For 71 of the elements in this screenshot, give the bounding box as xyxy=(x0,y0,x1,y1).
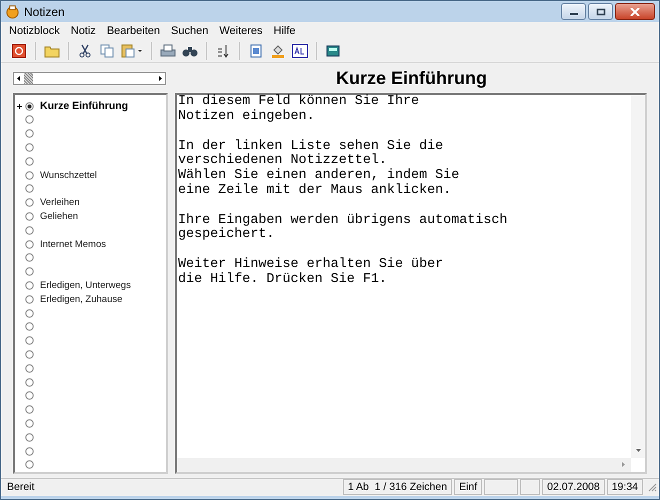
text-line: In der linken Liste sehen Sie die xyxy=(178,140,444,154)
text-line: eine Zeile mit der Maus anklicken. xyxy=(178,184,452,199)
window-title: Notizen xyxy=(24,4,65,19)
radio-button[interactable] xyxy=(25,391,34,400)
menu-item[interactable]: Weiteres xyxy=(219,24,263,37)
radio-button[interactable] xyxy=(25,253,34,262)
radio-button[interactable] xyxy=(25,212,34,222)
radio-button[interactable] xyxy=(25,267,34,276)
radio-button[interactable] xyxy=(25,350,34,359)
text-line: die Hilfe. Drücken Sie F1. xyxy=(178,272,388,288)
scroll-thumb[interactable] xyxy=(24,72,33,84)
text-line: In diesem Feld können Sie Ihre xyxy=(178,95,420,110)
resize-grip-icon[interactable] xyxy=(647,482,657,492)
radio-button[interactable] xyxy=(25,143,34,152)
text-line: Ihre Eingaben werden übrigens automatisch xyxy=(178,214,508,228)
note-item[interactable]: Internet Memos xyxy=(15,237,166,252)
radio-button[interactable] xyxy=(25,405,34,414)
radio-button[interactable] xyxy=(25,170,34,180)
radio-button[interactable] xyxy=(25,226,34,235)
horizontal-scrollbar[interactable] xyxy=(177,458,631,472)
note-heading: Kurze Einführung xyxy=(335,68,488,89)
close-icon xyxy=(630,8,640,16)
note-item[interactable]: Erledigen, Zuhause xyxy=(15,292,166,306)
menu-item[interactable]: Bearbeiten xyxy=(106,24,160,37)
text-line: verschiedenen Notizzettel. xyxy=(178,154,388,168)
vertical-scrollbar[interactable] xyxy=(631,95,645,458)
close-button[interactable] xyxy=(615,3,655,20)
notepad-icon xyxy=(5,4,20,20)
radio-button[interactable] xyxy=(25,184,34,194)
radio-button[interactable] xyxy=(25,446,34,456)
radio-button[interactable] xyxy=(25,198,34,208)
note-editor[interactable] xyxy=(175,93,647,474)
status-time: 19:34 xyxy=(606,479,643,496)
down-arrow-icon[interactable] xyxy=(634,448,642,454)
maximize-icon xyxy=(596,8,606,16)
note-item[interactable]: Verleihen xyxy=(15,196,166,210)
radio-button[interactable] xyxy=(25,364,34,373)
note-item[interactable]: Erledigen, Unterwegs xyxy=(15,278,166,292)
status-text: Bereit xyxy=(6,480,36,494)
menu-item[interactable]: Suchen xyxy=(171,24,208,37)
text-line: gespeichert. xyxy=(178,228,276,244)
status-date: 02.07.2008 xyxy=(542,479,605,496)
maximize-button[interactable] xyxy=(588,3,613,20)
minimize-button[interactable] xyxy=(561,3,586,20)
insert-mode: Einf xyxy=(454,479,482,496)
radio-button[interactable] xyxy=(25,460,34,470)
radio-button[interactable] xyxy=(25,281,34,290)
radio-button[interactable] xyxy=(25,322,34,332)
cursor-position: 1 Ab 1 / 316 Zeichen xyxy=(342,479,452,496)
radio-button[interactable] xyxy=(25,156,34,166)
radio-button[interactable] xyxy=(25,378,34,387)
radio-button[interactable] xyxy=(25,294,34,304)
note-item[interactable]: Wunschzettel xyxy=(15,168,166,182)
radio-button[interactable] xyxy=(25,418,34,428)
radio-button[interactable] xyxy=(25,432,34,442)
radio-button[interactable] xyxy=(25,102,34,111)
expand-icon[interactable] xyxy=(17,104,22,109)
note-item[interactable]: Geliehen xyxy=(15,210,166,224)
radio-button[interactable] xyxy=(25,336,34,346)
menu-item[interactable]: Hilfe xyxy=(274,24,296,37)
text-line: Notizen eingeben. xyxy=(178,110,316,125)
menu-item[interactable]: Notizblock xyxy=(9,24,60,37)
radio-button[interactable] xyxy=(25,308,34,318)
radio-button[interactable] xyxy=(25,240,34,249)
text-line: Wählen Sie einen anderen, indem Sie xyxy=(178,169,460,184)
text-line: Weiter Hinweise erhalten Sie über xyxy=(178,258,444,272)
radio-button[interactable] xyxy=(25,115,34,124)
radio-button[interactable] xyxy=(25,129,34,138)
note-item[interactable]: Kurze Einführung xyxy=(15,99,166,114)
list-scrollbar[interactable] xyxy=(13,72,166,85)
menu-item[interactable]: Notiz xyxy=(70,24,96,37)
